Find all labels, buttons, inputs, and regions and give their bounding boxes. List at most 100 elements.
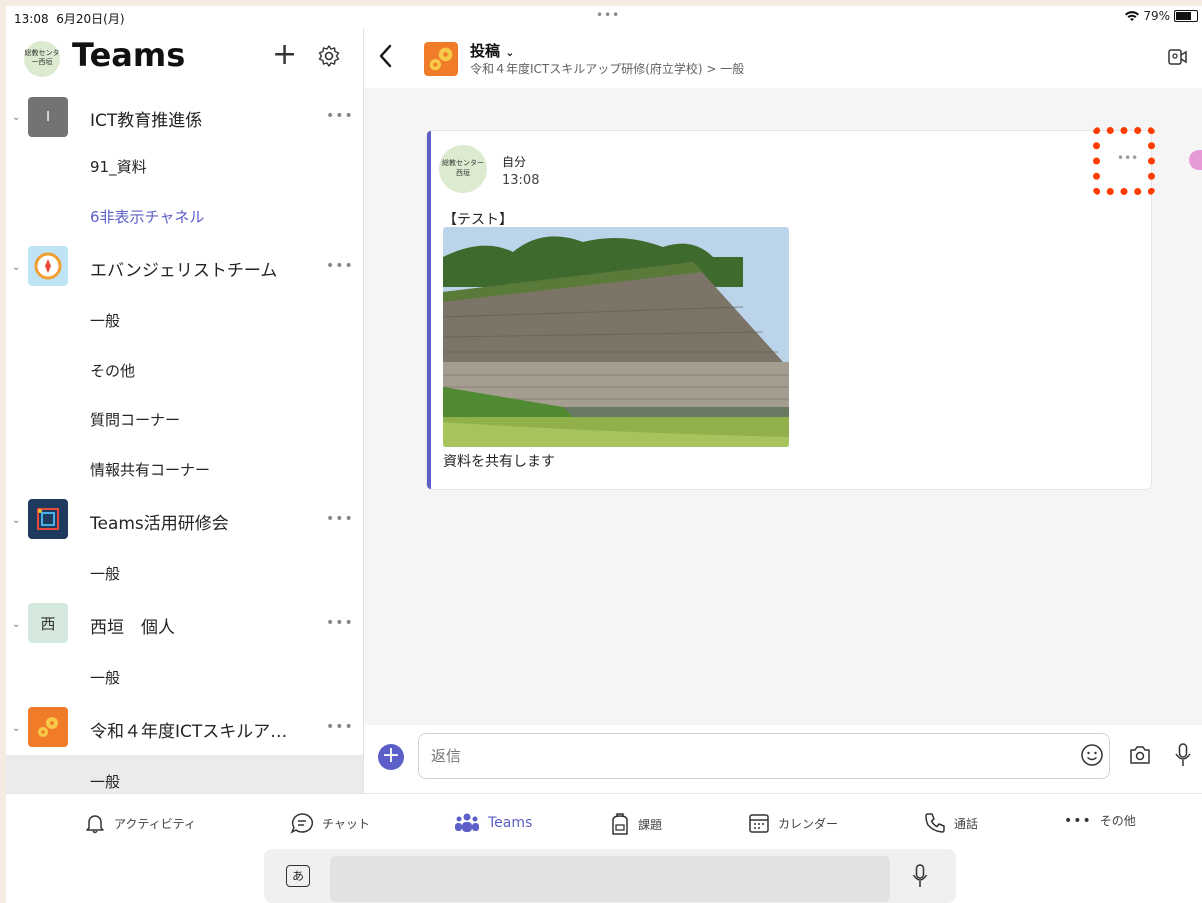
kana-key[interactable]: あ — [286, 865, 310, 887]
bell-icon — [86, 815, 104, 834]
sidebar-header: 総教センター西垣 Teams + — [6, 28, 363, 92]
channel-item[interactable]: 一般 — [90, 310, 120, 331]
my-avatar-text: 総教センター西垣 — [24, 49, 60, 66]
post-text-title: 【テスト】 — [443, 212, 513, 228]
channel-item[interactable]: 一般 — [90, 667, 120, 688]
ipad-screen: 13:08 6月20日(月) ••• 79% 総教センター西垣 Teams + … — [6, 6, 1202, 903]
team-name: Teams活用研修会 — [90, 514, 229, 534]
chevron-down-icon: ⌄ — [505, 46, 515, 59]
team-row-teams-training[interactable]: ⌄ Teams活用研修会 ••• — [6, 495, 363, 545]
nav-label: 課題 — [638, 817, 663, 832]
team-more-button[interactable]: ••• — [326, 511, 354, 527]
keyboard-input-area[interactable] — [330, 856, 890, 902]
post-accent-bar — [427, 131, 431, 489]
channel-item-selected[interactable]: 一般 — [90, 771, 120, 792]
post-author[interactable]: 自分 — [502, 153, 526, 170]
channel-item[interactable]: 質問コーナー — [90, 409, 180, 430]
chat-icon — [290, 813, 314, 834]
nav-more[interactable]: ••• その他 — [1064, 812, 1136, 829]
nav-chat[interactable]: チャット — [290, 812, 370, 834]
chevron-down-icon[interactable]: ⌄ — [12, 619, 20, 630]
post-more-button[interactable]: ••• — [1117, 151, 1138, 165]
compose-bar: + — [364, 725, 1202, 793]
dictation-mic-icon[interactable] — [912, 863, 928, 889]
mic-icon[interactable] — [1174, 742, 1192, 768]
keyboard-shortcut-bar: あ — [264, 849, 956, 903]
status-time: 13:08 — [14, 12, 49, 26]
team-row-personal[interactable]: ⌄ 西 西垣 個人 ••• — [6, 599, 363, 649]
add-team-button[interactable]: + — [272, 40, 297, 70]
team-more-button[interactable]: ••• — [326, 108, 354, 124]
reply-input[interactable] — [429, 746, 1033, 766]
meet-now-icon[interactable] — [1166, 46, 1188, 68]
battery-icon — [1174, 10, 1198, 22]
channel-header: 投稿 ⌄ 令和４年度ICTスキルアップ研修(府立学校) > 一般 — [364, 28, 1202, 88]
team-row-r4-ict[interactable]: ⌄ 令和４年度ICTスキルア… ••• — [6, 703, 363, 753]
nav-activity[interactable]: アクティビティ — [84, 812, 196, 834]
teams-icon — [455, 813, 479, 832]
team-name: 西垣 個人 — [90, 618, 175, 638]
team-more-button[interactable]: ••• — [326, 719, 354, 735]
channel-title-dropdown[interactable]: 投稿 ⌄ — [470, 40, 514, 61]
team-name: 令和４年度ICTスキルア… — [90, 722, 288, 742]
sidebar-title: Teams — [72, 36, 186, 74]
channel-title: 投稿 — [470, 42, 501, 60]
team-row-evangelist[interactable]: ⌄ エバンジェリストチーム ••• — [6, 242, 363, 292]
team-row-ict[interactable]: ⌄ I ICT教育推進係 ••• — [6, 92, 363, 142]
reply-box[interactable] — [418, 733, 1110, 779]
more-icon: ••• — [1064, 812, 1092, 829]
team-more-button[interactable]: ••• — [326, 258, 354, 274]
gears-icon — [424, 42, 458, 76]
channel-item[interactable]: その他 — [90, 360, 135, 381]
back-arrow-icon[interactable] — [376, 42, 396, 70]
team-icon-ict: I — [28, 97, 68, 137]
compass-icon — [28, 246, 68, 286]
team-more-button[interactable]: ••• — [326, 615, 354, 631]
nav-label: アクティビティ — [114, 816, 196, 831]
channel-item[interactable]: 情報共有コーナー — [90, 459, 210, 480]
team-name: ICT教育推進係 — [90, 111, 203, 131]
battery-percent: 79% — [1143, 9, 1170, 23]
nav-calls[interactable]: 通話 — [924, 812, 978, 834]
nav-label: チャット — [322, 816, 370, 831]
nav-label: Teams — [488, 815, 533, 831]
emoji-icon[interactable] — [1080, 743, 1104, 767]
backpack-icon — [612, 813, 628, 835]
post-avatar[interactable]: 総教センター西垣 — [439, 145, 487, 193]
nav-label: カレンダー — [778, 816, 839, 831]
chevron-down-icon[interactable]: ⌄ — [12, 723, 20, 734]
bottom-nav: アクティビティ チャット Teams 課題 カレンダー 通話 ••• その他 — [6, 793, 1202, 850]
post-text-body: 資料を共有します — [443, 454, 555, 470]
camera-icon[interactable] — [1128, 744, 1152, 766]
nav-teams[interactable]: Teams — [454, 812, 532, 834]
hidden-channels-link[interactable]: 6非表示チャネル — [90, 206, 204, 227]
post-image[interactable] — [443, 227, 789, 447]
nav-assignments[interactable]: 課題 — [610, 812, 662, 836]
breadcrumb: 令和４年度ICTスキルアップ研修(府立学校) > 一般 — [470, 62, 745, 76]
multitask-dots[interactable]: ••• — [596, 8, 620, 22]
chevron-down-icon[interactable]: ⌄ — [12, 112, 20, 123]
nav-label: 通話 — [954, 816, 979, 831]
teams-sidebar: 総教センター西垣 Teams + ⌄ I ICT教育推進係 ••• 91_資料 … — [6, 28, 364, 793]
post-avatar-text: 総教センター西垣 — [442, 159, 484, 177]
status-date: 6月20日(月) — [56, 12, 125, 26]
channel-main: 投稿 ⌄ 令和４年度ICTスキルアップ研修(府立学校) > 一般 総教センター西… — [364, 28, 1202, 793]
gear-icon[interactable] — [317, 44, 341, 68]
add-attachment-button[interactable]: + — [378, 744, 404, 770]
channel-item[interactable]: 91_資料 — [90, 156, 147, 177]
selected-channel-highlight[interactable] — [6, 755, 363, 793]
gears-icon — [28, 707, 68, 747]
post-card[interactable]: 総教センター西垣 自分 13:08 ••• 【テスト】 資料を共有します — [426, 127, 1155, 490]
calendar-icon — [749, 814, 769, 833]
nav-label: その他 — [1099, 814, 1136, 828]
my-avatar[interactable]: 総教センター西垣 — [24, 41, 60, 77]
nav-calendar[interactable]: カレンダー — [748, 812, 838, 834]
team-name: エバンジェリストチーム — [90, 261, 278, 281]
chevron-down-icon[interactable]: ⌄ — [12, 515, 20, 526]
castle-wall-photo — [443, 227, 789, 447]
channel-item[interactable]: 一般 — [90, 563, 120, 584]
team-icon-training — [28, 499, 68, 539]
status-time-date: 13:08 6月20日(月) — [14, 10, 125, 27]
phone-icon — [925, 813, 945, 833]
chevron-down-icon[interactable]: ⌄ — [12, 262, 20, 273]
